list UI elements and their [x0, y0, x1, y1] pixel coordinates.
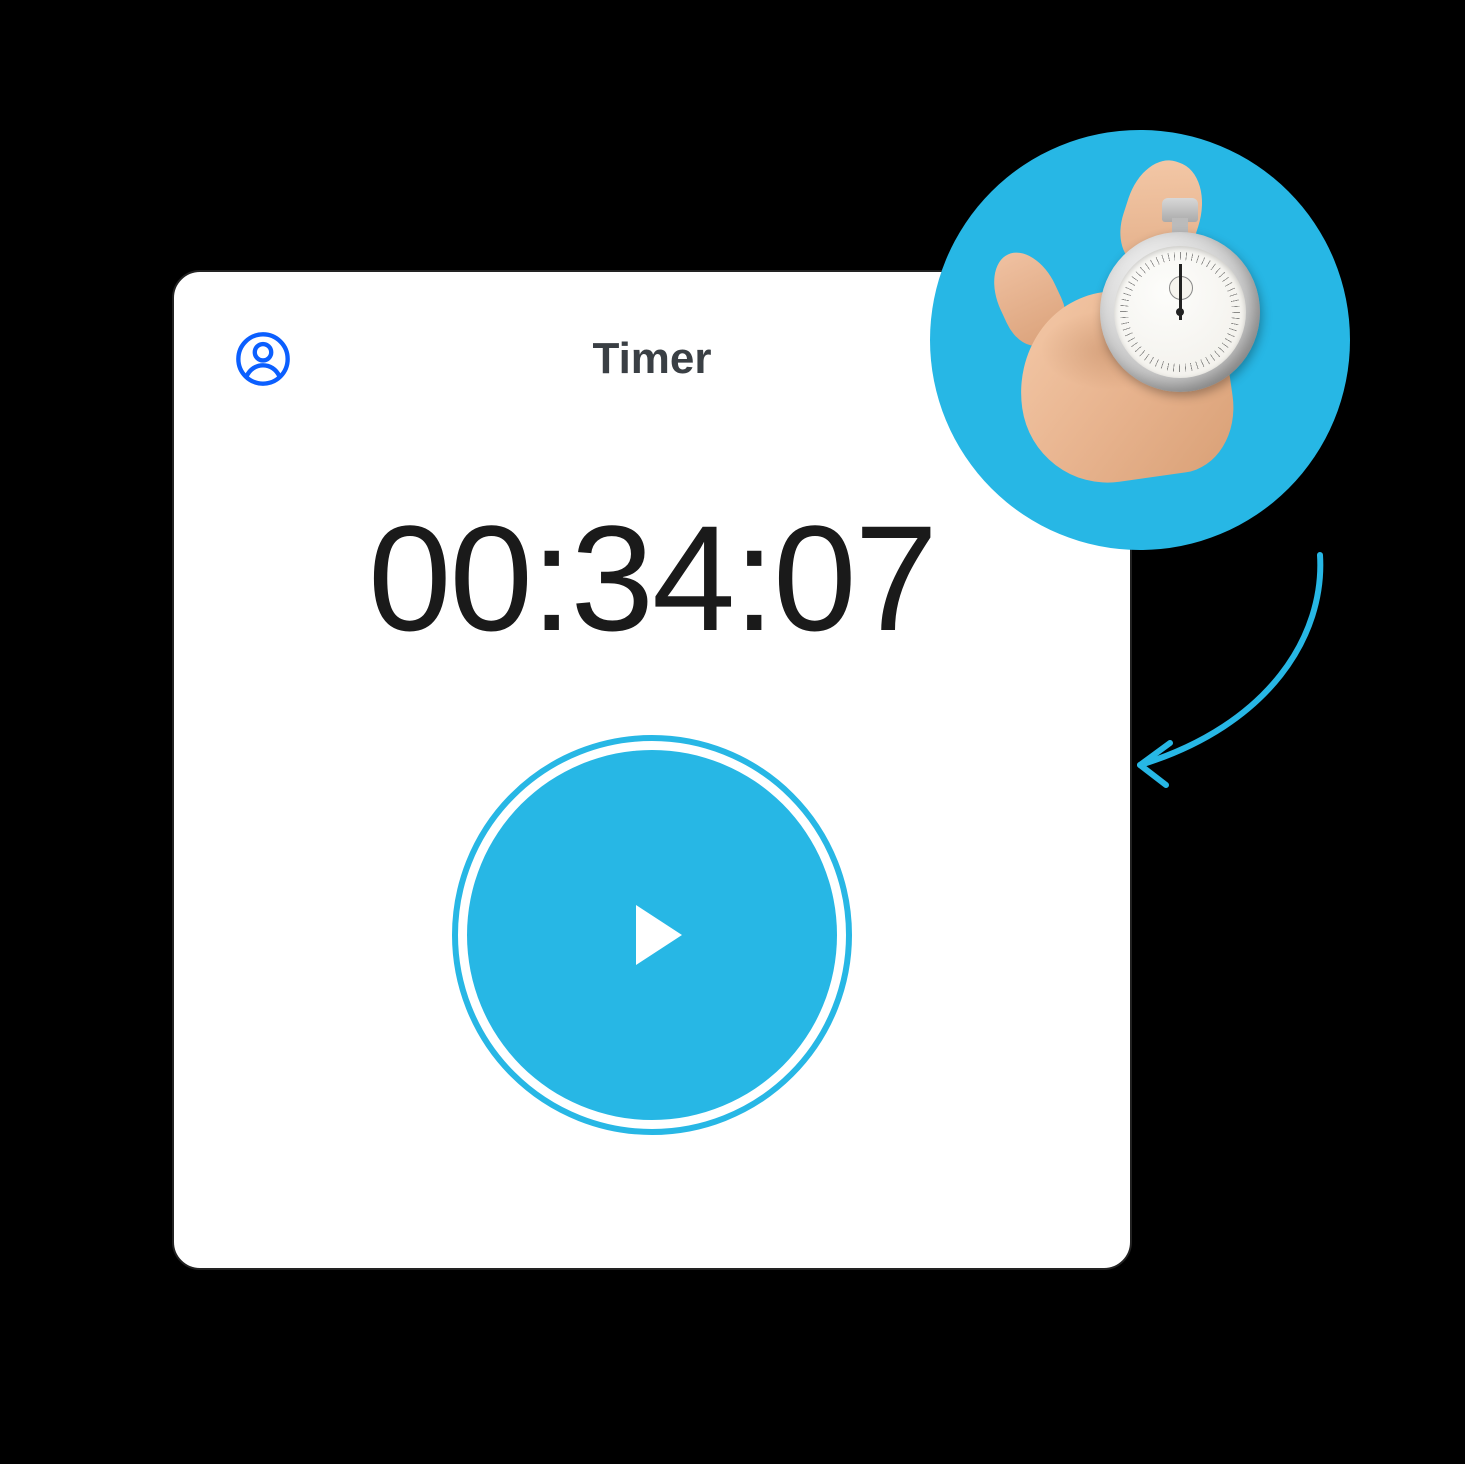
- play-icon: [636, 905, 682, 965]
- arrow-icon: [1100, 545, 1360, 805]
- page-title: Timer: [592, 334, 711, 384]
- play-button-container: [224, 735, 1080, 1135]
- play-button-fill: [467, 750, 837, 1120]
- play-button[interactable]: [452, 735, 852, 1135]
- time-display: 00:34:07: [224, 492, 1080, 665]
- stopwatch-illustration: [930, 130, 1350, 550]
- user-icon[interactable]: [234, 330, 292, 388]
